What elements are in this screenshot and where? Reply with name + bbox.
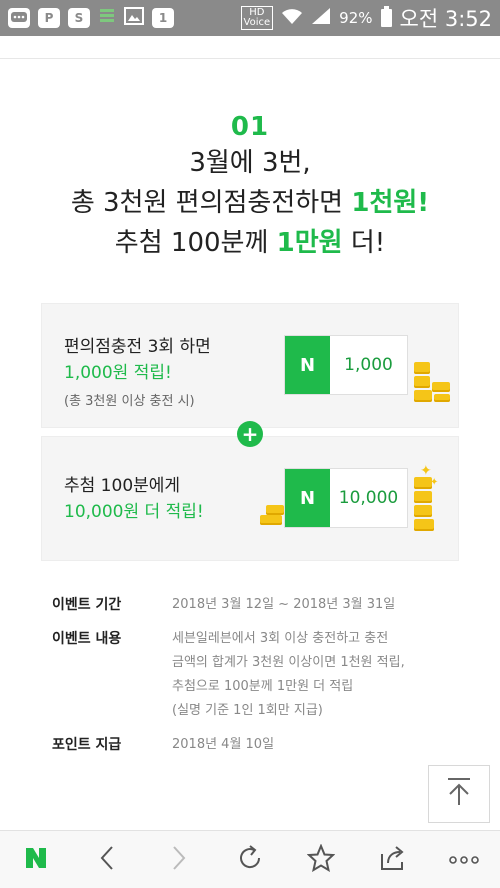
payout-value: 2018년 4월 10일 bbox=[172, 737, 275, 752]
chevron-left-icon bbox=[97, 844, 117, 876]
naver-home-button[interactable] bbox=[8, 835, 64, 885]
benefit-1-note: (총 3천원 이상 충전 시) bbox=[64, 394, 195, 409]
naver-logo-icon bbox=[24, 846, 48, 874]
status-bar: P S 1 HD Voice 92% 오전 3:52 bbox=[0, 0, 500, 36]
s-icon: S bbox=[68, 8, 90, 28]
event-period-row: 이벤트 기간 2018년 3월 12일 ~ 2018년 3월 31일 bbox=[52, 593, 462, 617]
back-button[interactable] bbox=[79, 835, 135, 885]
favorite-button[interactable] bbox=[293, 835, 349, 885]
benefit-2-title: 추첨 100분에게 bbox=[64, 476, 181, 496]
more-button[interactable] bbox=[436, 835, 492, 885]
event-title-line-1: 3월에 3번, bbox=[189, 148, 311, 178]
bars-icon bbox=[98, 7, 116, 29]
one-icon: 1 bbox=[152, 8, 174, 28]
star-icon bbox=[306, 842, 336, 876]
plus-icon: + bbox=[237, 421, 263, 447]
share-icon bbox=[378, 844, 408, 876]
browser-toolbar bbox=[0, 830, 500, 888]
refresh-icon bbox=[236, 844, 264, 876]
scroll-top-button[interactable] bbox=[428, 765, 490, 823]
arrow-up-icon bbox=[446, 777, 472, 811]
event-content-label: 이벤트 내용 bbox=[52, 631, 122, 647]
benefit-1-title: 편의점충전 3회 하면 bbox=[64, 337, 211, 357]
refresh-button[interactable] bbox=[222, 835, 278, 885]
forward-button[interactable] bbox=[151, 835, 207, 885]
chevron-right-icon bbox=[169, 844, 189, 876]
divider bbox=[0, 58, 500, 59]
benefit-1-highlight: 1,000원 적립! bbox=[64, 363, 172, 383]
point-card-2: N 10,000 bbox=[284, 468, 408, 528]
battery-level: 92% bbox=[339, 9, 373, 27]
benefit-2-text: 추첨 100분에게 10,000원 더 적립! bbox=[64, 473, 204, 525]
benefit-box-1: 편의점충전 3회 하면 1,000원 적립! (총 3천원 이상 충전 시) N… bbox=[41, 303, 459, 428]
point-card-1: N 1,000 bbox=[284, 335, 408, 395]
event-number: 01 bbox=[230, 112, 270, 142]
event-period-label: 이벤트 기간 bbox=[52, 597, 122, 613]
share-button[interactable] bbox=[365, 835, 421, 885]
naver-pay-logo: N bbox=[285, 336, 330, 394]
chat-icon bbox=[8, 8, 30, 28]
benefit-1-text: 편의점충전 3회 하면 1,000원 적립! (총 3천원 이상 충전 시) bbox=[64, 334, 211, 409]
event-content-row: 이벤트 내용 세븐일레븐에서 3회 이상 충전하고 충전 금액의 합계가 3천원… bbox=[52, 627, 462, 723]
naver-pay-logo: N bbox=[285, 469, 330, 527]
battery-icon bbox=[380, 6, 392, 27]
image-icon bbox=[124, 7, 144, 29]
benefit-box-2: 추첨 100분에게 10,000원 더 적립! N 10,000 ✦ ✦ bbox=[41, 436, 459, 561]
wifi-icon bbox=[281, 7, 303, 29]
sparkle-icon: ✦ bbox=[430, 477, 439, 488]
event-heading: 01 3월에 3번, 총 3천원 편의점충전하면 1천원! 추첨 100분께 1… bbox=[0, 112, 500, 262]
event-title-line-3: 추첨 100분께 1만원 더! bbox=[114, 228, 386, 258]
event-title-line-2: 총 3천원 편의점충전하면 1천원! bbox=[70, 188, 430, 218]
event-period-value: 2018년 3월 12일 ~ 2018년 3월 31일 bbox=[172, 597, 396, 612]
event-info: 이벤트 기간 2018년 3월 12일 ~ 2018년 3월 31일 이벤트 내… bbox=[52, 593, 462, 767]
point-card-1-value: 1,000 bbox=[344, 355, 393, 375]
more-icon bbox=[448, 850, 480, 869]
benefit-2-highlight: 10,000원 더 적립! bbox=[64, 502, 204, 522]
point-card-2-value: 10,000 bbox=[338, 488, 399, 508]
payout-label: 포인트 지급 bbox=[52, 737, 122, 753]
clock: 오전 3:52 bbox=[399, 7, 492, 31]
hd-voice-indicator: HD Voice bbox=[240, 6, 274, 30]
signal-icon bbox=[311, 7, 331, 29]
event-content-value: 세븐일레븐에서 3회 이상 충전하고 충전 금액의 합계가 3천원 이상이면 1… bbox=[172, 631, 405, 718]
payout-row: 포인트 지급 2018년 4월 10일 bbox=[52, 733, 462, 757]
p-icon: P bbox=[38, 8, 60, 28]
